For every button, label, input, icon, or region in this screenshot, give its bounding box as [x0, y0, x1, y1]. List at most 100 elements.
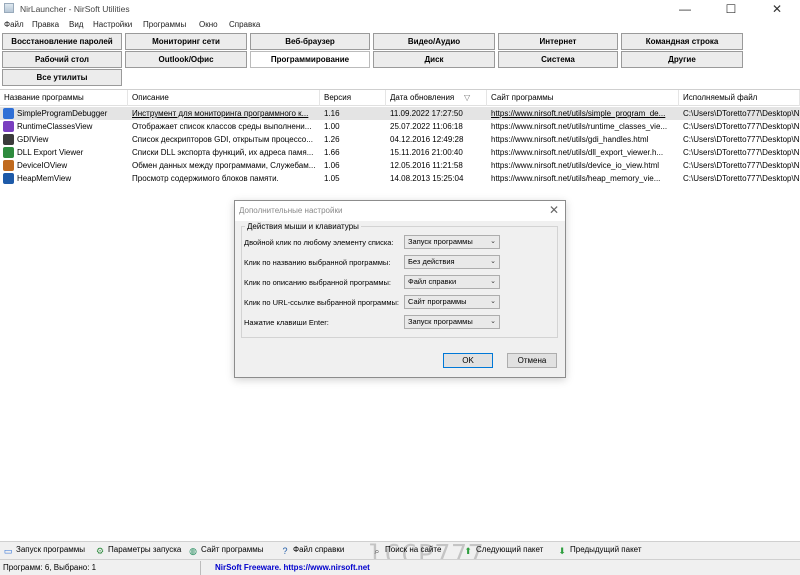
cell-version: 1.05	[324, 174, 340, 183]
column-header-date[interactable]: Дата обновления ▽	[386, 90, 487, 106]
category-network-monitoring[interactable]: Мониторинг сети	[125, 33, 247, 50]
close-button[interactable]: ✕	[754, 0, 800, 18]
cell-description: Инструмент для мониторинга программного …	[132, 109, 309, 118]
cell-description: Список дескрипторов GDI, открытым процес…	[132, 135, 313, 144]
action-label: Параметры запуска	[108, 545, 182, 554]
cell-version: 1.06	[324, 161, 340, 170]
cell-name: RuntimeClassesView	[17, 122, 93, 131]
globe-icon: ◍	[189, 546, 197, 556]
action-help[interactable]: ? Файл справки	[280, 545, 344, 556]
enter-key-label: Нажатие клавиши Enter:	[244, 318, 329, 327]
cell-description: Обмен данных между программами, Служебам…	[132, 161, 316, 170]
action-launch-params[interactable]: ⚙ Параметры запуска	[95, 545, 181, 556]
url-click-value: Сайт программы	[408, 297, 467, 306]
category-password-recovery[interactable]: Восстановление паролей	[2, 33, 122, 50]
column-header-name[interactable]: Название программы	[0, 90, 128, 106]
action-label: Файл справки	[293, 545, 345, 554]
cell-version: 1.26	[324, 135, 340, 144]
nirsoft-link[interactable]: NirSoft Freeware. https://www.nirsoft.ne…	[215, 563, 370, 572]
chevron-down-icon: ⌄	[490, 318, 496, 325]
table-row[interactable]: DeviceIOView Обмен данных между программа…	[0, 159, 800, 172]
chevron-down-icon: ⌄	[490, 258, 496, 265]
cell-exe: C:\Users\DToretto777\Desktop\N	[683, 135, 800, 144]
action-run[interactable]: ▭ Запуск программы	[3, 545, 85, 556]
dialog-title-bar: Дополнительные настройки ✕	[235, 201, 565, 221]
list-header: Название программы Описание Версия Дата …	[0, 90, 800, 106]
cell-exe: C:\Users\DToretto777\Desktop\N	[683, 148, 800, 157]
cell-site[interactable]: https://www.nirsoft.net/utils/device_io_…	[487, 159, 679, 172]
table-row[interactable]: GDIView Список дескрипторов GDI, открытым…	[0, 133, 800, 146]
description-click-select[interactable]: Файл справки ⌄	[404, 275, 500, 289]
category-web-browser[interactable]: Веб-браузер	[250, 33, 370, 50]
menu-programs[interactable]: Программы	[143, 20, 186, 29]
help-icon: ?	[282, 546, 288, 556]
enter-key-select[interactable]: Запуск программы ⌄	[404, 315, 500, 329]
cell-date: 15.11.2016 21:00:40	[390, 148, 463, 157]
cell-date: 12.05.2016 11:21:58	[390, 161, 463, 170]
cell-site[interactable]: https://www.nirsoft.net/utils/dll_export…	[487, 146, 679, 159]
category-command-line[interactable]: Командная строка	[621, 33, 743, 50]
title-bar: NirLauncher - NirSoft Utilities — ☐ ✕	[0, 0, 800, 18]
cell-exe: C:\Users\DToretto777\Desktop\N	[683, 161, 800, 170]
cell-exe: C:\Users\DToretto777\Desktop\N	[683, 174, 800, 183]
cell-site[interactable]: https://www.nirsoft.net/utils/runtime_cl…	[487, 120, 679, 133]
category-video-audio[interactable]: Видео/Аудио	[373, 33, 495, 50]
cell-date: 14.08.2013 15:25:04	[390, 174, 464, 183]
table-row[interactable]: SimpleProgramDebugger Инструмент для мони…	[0, 107, 800, 120]
status-bar: Программ: 6, Выбрано: 1 NirSoft Freeware…	[0, 559, 800, 575]
cell-site[interactable]: https://www.nirsoft.net/utils/heap_memor…	[487, 172, 679, 185]
cell-description: Списки DLL экспорта функций, их адреса п…	[132, 148, 314, 157]
name-click-value: Без действия	[408, 257, 455, 266]
dialog-close-icon[interactable]: ✕	[549, 203, 559, 217]
name-click-select[interactable]: Без действия ⌄	[404, 255, 500, 269]
cancel-button[interactable]: Отмена	[507, 353, 557, 368]
action-globe[interactable]: ◍ Сайт программы	[188, 545, 263, 556]
column-header-site[interactable]: Сайт программы	[487, 90, 679, 106]
double-click-select[interactable]: Запуск программы ⌄	[404, 235, 500, 249]
cell-name: GDIView	[17, 135, 49, 144]
column-header-description[interactable]: Описание	[128, 90, 320, 106]
category-system[interactable]: Система	[498, 51, 618, 68]
cell-name: DLL Export Viewer	[17, 148, 84, 157]
group-label: Действия мыши и клавиатуры	[245, 222, 361, 231]
cell-site[interactable]: https://www.nirsoft.net/utils/simple_pro…	[487, 107, 679, 120]
ok-button[interactable]: OK	[443, 353, 493, 368]
column-header-exe[interactable]: Исполняемый файл	[679, 90, 800, 106]
category-programming[interactable]: Программирование	[250, 51, 370, 68]
double-click-value: Запуск программы	[408, 237, 473, 246]
cell-version: 1.00	[324, 122, 340, 131]
url-click-select[interactable]: Сайт программы ⌄	[404, 295, 500, 309]
category-disk[interactable]: Диск	[373, 51, 495, 68]
action-label: Предыдущий пакет	[570, 545, 642, 554]
cell-exe: C:\Users\DToretto777\Desktop\N	[683, 122, 800, 131]
category-desktop[interactable]: Рабочий стол	[2, 51, 122, 68]
column-header-version[interactable]: Версия	[320, 90, 386, 106]
table-row[interactable]: RuntimeClassesView Отображает список клас…	[0, 120, 800, 133]
description-click-label: Клик по описанию выбранной программы:	[244, 278, 392, 287]
url-click-label: Клик по URL-ссылке выбранной программы:	[244, 298, 400, 307]
category-internet[interactable]: Интернет	[498, 33, 618, 50]
dialog-title: Дополнительные настройки	[239, 206, 343, 215]
menu-edit[interactable]: Правка	[32, 20, 59, 29]
menu-settings[interactable]: Настройки	[93, 20, 132, 29]
menu-file[interactable]: Файл	[4, 20, 24, 29]
status-counts: Программ: 6, Выбрано: 1	[3, 563, 97, 572]
action-arrow-down[interactable]: ⬇ Предыдущий пакет	[557, 545, 642, 556]
menu-view[interactable]: Вид	[69, 20, 83, 29]
maximize-button[interactable]: ☐	[708, 0, 754, 18]
cell-site[interactable]: https://www.nirsoft.net/utils/gdi_handle…	[487, 133, 679, 146]
column-header-date-label: Дата обновления	[390, 93, 455, 102]
run-icon: ▭	[3, 546, 13, 556]
cell-description: Отображает список классов среды выполнен…	[132, 122, 312, 131]
minimize-button[interactable]: —	[662, 0, 708, 18]
table-row[interactable]: DLL Export Viewer Списки DLL экспорта фун…	[0, 146, 800, 159]
category-other[interactable]: Другие	[621, 51, 743, 68]
enter-key-value: Запуск программы	[408, 317, 473, 326]
category-all-utilities[interactable]: Все утилиты	[2, 69, 122, 86]
category-outlook-office[interactable]: Outlook/Офис	[125, 51, 247, 68]
table-row[interactable]: HeapMemView Просмотр содержимого блоков п…	[0, 172, 800, 185]
action-label: Сайт программы	[201, 545, 264, 554]
menu-window[interactable]: Окно	[199, 20, 218, 29]
menu-help[interactable]: Справка	[229, 20, 260, 29]
chevron-down-icon: ⌄	[490, 298, 496, 305]
